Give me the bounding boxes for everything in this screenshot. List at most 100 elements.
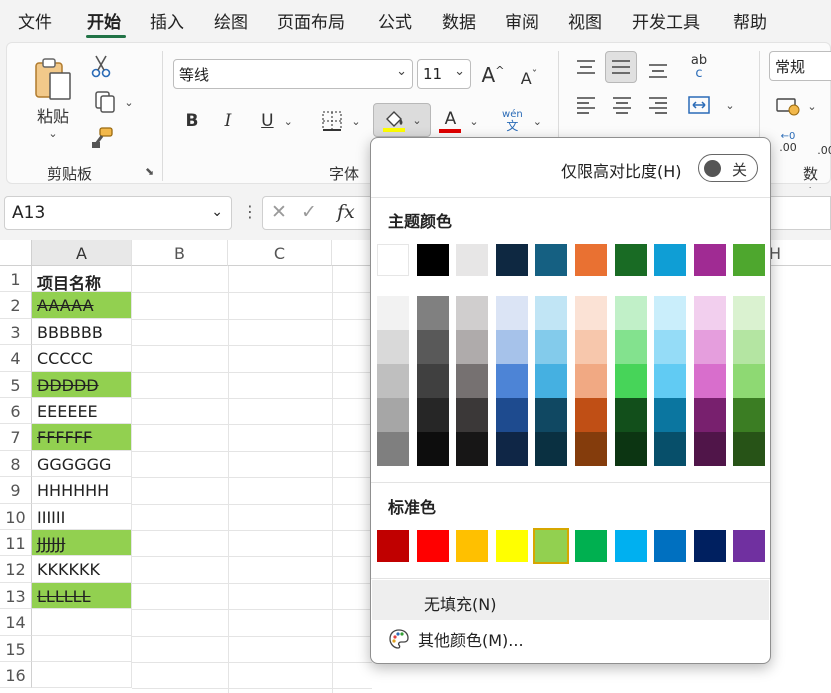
theme-shade-swatch[interactable]: [733, 432, 766, 466]
font-size-combo[interactable]: 11 ⌄: [417, 59, 471, 89]
row-header[interactable]: 3: [0, 318, 32, 346]
theme-color-swatch[interactable]: [614, 244, 647, 276]
standard-color-swatch[interactable]: [614, 530, 647, 562]
font-color-button[interactable]: A ⌄: [435, 107, 483, 135]
theme-shade-swatch[interactable]: [416, 398, 449, 432]
theme-shade-swatch[interactable]: [733, 364, 766, 398]
theme-shade-swatch[interactable]: [654, 296, 687, 330]
italic-button[interactable]: I: [215, 107, 241, 135]
theme-shade-swatch[interactable]: [693, 364, 726, 398]
theme-shade-swatch[interactable]: [614, 398, 647, 432]
row-header[interactable]: 11: [0, 530, 32, 557]
cancel-icon[interactable]: ✕: [271, 201, 287, 223]
tab-review[interactable]: 审阅: [505, 8, 539, 33]
theme-shade-swatch[interactable]: [614, 330, 647, 364]
phonetic-guide-button[interactable]: wén 文 ⌄: [493, 105, 551, 137]
theme-shade-swatch[interactable]: [614, 296, 647, 330]
row-header[interactable]: 16: [0, 662, 32, 689]
theme-shade-swatch[interactable]: [654, 398, 687, 432]
tab-insert[interactable]: 插入: [150, 8, 184, 33]
theme-shade-swatch[interactable]: [614, 364, 647, 398]
theme-shade-swatch[interactable]: [535, 432, 568, 466]
theme-shade-swatch[interactable]: [654, 364, 687, 398]
borders-button[interactable]: ⌄: [313, 107, 369, 135]
format-painter-button[interactable]: [89, 125, 115, 151]
cell-a10[interactable]: IIIIII: [32, 503, 132, 530]
standard-color-swatch[interactable]: [693, 530, 726, 562]
cell-a12[interactable]: KKKKKK: [32, 556, 132, 583]
theme-shade-swatch[interactable]: [654, 330, 687, 364]
cell-a13[interactable]: LLLLLL: [32, 582, 132, 610]
number-format-combo[interactable]: 常规: [769, 51, 831, 81]
tab-help[interactable]: 帮助: [733, 8, 767, 33]
theme-shade-swatch[interactable]: [575, 432, 607, 466]
theme-shade-swatch[interactable]: [693, 296, 726, 330]
column-header-i[interactable]: [790, 240, 831, 266]
more-options-icon[interactable]: ⋮: [242, 202, 258, 221]
theme-color-swatch[interactable]: [733, 244, 766, 276]
theme-shade-swatch[interactable]: [733, 296, 766, 330]
theme-shade-swatch[interactable]: [416, 432, 449, 466]
theme-shade-swatch[interactable]: [416, 296, 449, 330]
row-header[interactable]: 4: [0, 345, 32, 372]
row-header[interactable]: 9: [0, 477, 32, 504]
row-header[interactable]: 6: [0, 398, 32, 425]
theme-shade-swatch[interactable]: [495, 432, 528, 466]
cell-a9[interactable]: HHHHHH: [32, 477, 132, 504]
cell-a8[interactable]: GGGGGG: [32, 450, 132, 478]
copy-button[interactable]: ⌄: [89, 89, 139, 115]
row-header[interactable]: 1: [0, 266, 32, 293]
theme-color-swatch[interactable]: [377, 244, 409, 276]
row-header[interactable]: 7: [0, 424, 32, 451]
align-center-button[interactable]: [607, 91, 637, 119]
theme-color-swatch[interactable]: [693, 244, 726, 276]
select-all-corner[interactable]: [0, 240, 32, 266]
increase-decimal-button[interactable]: ←0 .00: [773, 127, 803, 157]
increase-font-button[interactable]: A ^: [479, 61, 507, 89]
theme-shade-swatch[interactable]: [495, 296, 528, 330]
insert-function-icon[interactable]: fx: [337, 201, 355, 223]
column-header-d[interactable]: [332, 240, 372, 266]
theme-shade-swatch[interactable]: [575, 398, 607, 432]
standard-color-swatch[interactable]: [575, 530, 607, 562]
theme-shade-swatch[interactable]: [535, 398, 568, 432]
cell-a15[interactable]: [32, 635, 132, 662]
fill-color-button[interactable]: ⌄: [373, 103, 431, 137]
theme-shade-swatch[interactable]: [416, 364, 449, 398]
cell-a11[interactable]: JJJJJJ: [32, 530, 132, 557]
align-right-button[interactable]: [643, 91, 673, 119]
cell-a16[interactable]: [32, 662, 132, 689]
wrap-text-button[interactable]: ab c: [683, 51, 715, 83]
column-header-c[interactable]: C: [228, 240, 332, 266]
theme-color-swatch[interactable]: [654, 244, 687, 276]
cell-a4[interactable]: CCCCC: [32, 345, 132, 372]
cell-a2[interactable]: AAAAA: [32, 292, 132, 319]
theme-shade-swatch[interactable]: [654, 432, 687, 466]
theme-shade-swatch[interactable]: [495, 330, 528, 364]
cell-a5[interactable]: DDDDD: [32, 371, 132, 398]
accounting-format-button[interactable]: ⌄: [771, 93, 821, 119]
decrease-font-button[interactable]: Aˇ: [515, 65, 543, 91]
standard-color-swatch[interactable]: [654, 530, 687, 562]
theme-shade-swatch[interactable]: [693, 432, 726, 466]
align-bottom-button[interactable]: [643, 57, 673, 85]
cell-a14[interactable]: [32, 609, 132, 636]
enter-icon[interactable]: ✓: [301, 201, 317, 223]
theme-shade-swatch[interactable]: [575, 330, 607, 364]
theme-shade-swatch[interactable]: [416, 330, 449, 364]
theme-shade-swatch[interactable]: [495, 398, 528, 432]
tab-page-layout[interactable]: 页面布局: [277, 8, 345, 33]
theme-shade-swatch[interactable]: [693, 398, 726, 432]
standard-color-swatch[interactable]: [495, 530, 528, 562]
tab-draw[interactable]: 绘图: [214, 8, 248, 33]
bold-button[interactable]: B: [179, 107, 205, 135]
row-header[interactable]: 14: [0, 609, 32, 636]
dialog-launcher-icon[interactable]: ⬊: [145, 165, 154, 178]
tab-view[interactable]: 视图: [568, 8, 602, 33]
theme-shade-swatch[interactable]: [456, 296, 489, 330]
row-header[interactable]: 2: [0, 292, 32, 319]
no-fill-item[interactable]: 无填充(N): [372, 580, 769, 620]
standard-color-swatch[interactable]: [533, 528, 570, 564]
theme-shade-swatch[interactable]: [456, 398, 489, 432]
merge-center-button[interactable]: ⌄: [681, 91, 741, 119]
